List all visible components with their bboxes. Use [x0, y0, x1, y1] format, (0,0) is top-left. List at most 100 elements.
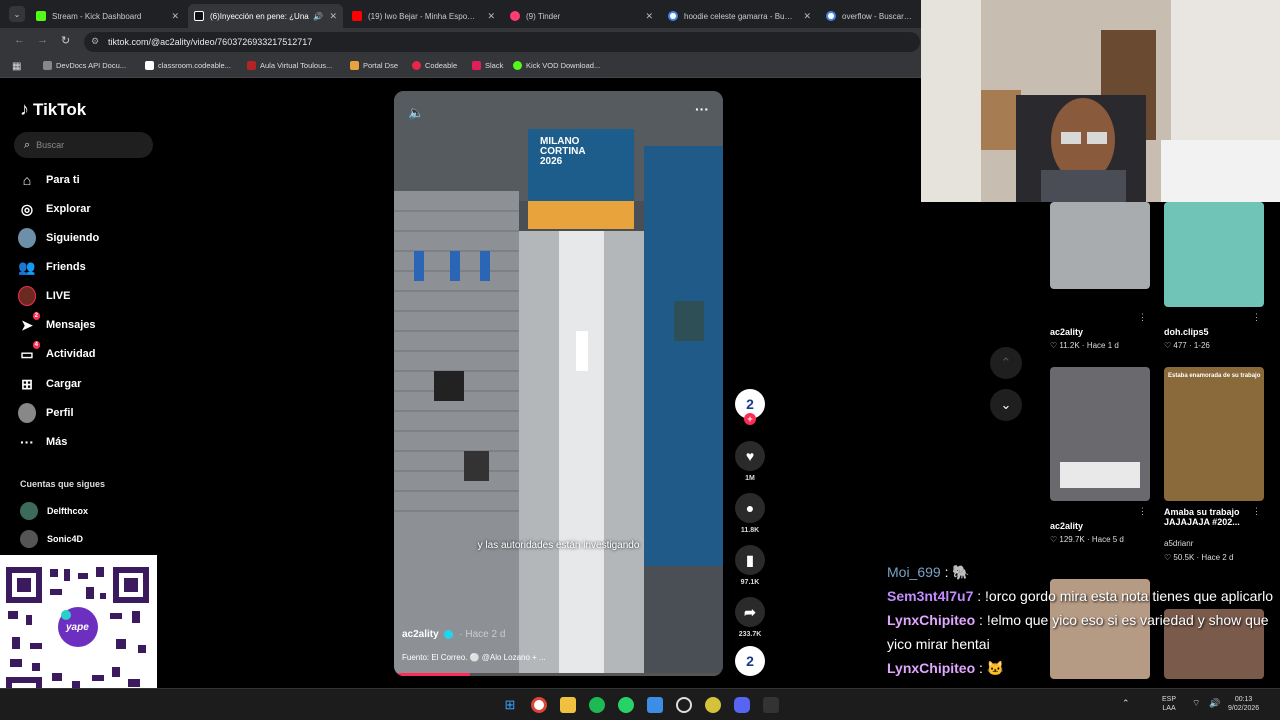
- bookmark-item[interactable]: Portal Dse: [350, 61, 398, 70]
- close-icon[interactable]: ✕: [645, 11, 653, 22]
- sidebar-item-label: Siguiendo: [46, 232, 100, 244]
- video-description[interactable]: Fuento: El Correo. ⚪ @Alo Lozano + ...: [402, 653, 546, 662]
- sidebar-item-mensajes[interactable]: ➤ 2 Mensajes: [18, 312, 96, 334]
- volume-icon[interactable]: 🔊: [1209, 699, 1220, 708]
- sidebar-item-cargar[interactable]: ⊞ Cargar: [18, 375, 81, 393]
- back-arrow-icon[interactable]: ←: [14, 34, 25, 46]
- forward-arrow-icon[interactable]: →: [37, 34, 48, 46]
- obs-icon[interactable]: [763, 697, 779, 713]
- chevron-up-icon[interactable]: ⌃: [1122, 699, 1130, 708]
- bookmark-item[interactable]: Aula Virtual Toulous...: [247, 61, 332, 70]
- chrome-icon[interactable]: [531, 697, 547, 713]
- spotify-icon[interactable]: [589, 697, 605, 713]
- music-disc-button[interactable]: 2: [735, 646, 765, 680]
- bookmark-item[interactable]: Codeable: [412, 61, 457, 70]
- apps-grid-icon[interactable]: ▦: [12, 61, 21, 72]
- save-button[interactable]: ▮ 97.1K: [735, 545, 765, 586]
- close-icon[interactable]: ✕: [487, 11, 495, 22]
- close-icon[interactable]: ✕: [803, 11, 811, 22]
- sidebar-item-para-ti[interactable]: ⌂ Para ti: [18, 171, 80, 189]
- bookmark-item[interactable]: Kick VOD Download...: [513, 61, 600, 70]
- more-options-icon[interactable]: ⋮: [1252, 312, 1261, 323]
- browser-tab[interactable]: Stream - Kick Dashboard ✕: [30, 4, 185, 28]
- time-text: 00:13: [1234, 696, 1253, 703]
- browser-tab-active[interactable]: (6)Inyección en pene: ¿Una 🔊 ✕: [188, 4, 343, 28]
- video-card-meta[interactable]: ac2ality: [1050, 521, 1083, 531]
- video-card-meta[interactable]: Amaba su trabajo JAJAJAJA #202...: [1164, 507, 1256, 527]
- tab-title: (6)Inyección en pene: ¿Una: [210, 11, 309, 21]
- tiktok-logo[interactable]: ♪ TikTok: [20, 99, 86, 120]
- video-thumbnail[interactable]: [1050, 367, 1150, 501]
- site-info-icon[interactable]: ⚙: [91, 36, 99, 47]
- app-icon[interactable]: [705, 697, 721, 713]
- more-options-icon[interactable]: ···: [695, 101, 709, 117]
- video-stats: ♡ 11.2K · Hace 1 d: [1050, 341, 1119, 350]
- video-author: ac2ality: [1050, 327, 1084, 337]
- progress-fill: [394, 673, 470, 676]
- browser-tab[interactable]: (9) Tinder ✕: [504, 4, 659, 28]
- file-explorer-icon[interactable]: [560, 697, 576, 713]
- sidebar-item-explorar[interactable]: ◎ Explorar: [18, 200, 91, 218]
- video-thumbnail[interactable]: [1050, 202, 1150, 289]
- tab-search-button[interactable]: ⌄: [9, 6, 25, 22]
- search-input[interactable]: ⌕ Buscar: [14, 132, 153, 158]
- share-button[interactable]: ➦ 233.7K: [735, 597, 765, 638]
- bookmark-item[interactable]: DevDocs API Docu...: [43, 61, 126, 70]
- browser-tab[interactable]: (19) Iwo Bejar - Minha Esposa e ✕: [346, 4, 501, 28]
- sidebar-item-label: LIVE: [46, 290, 71, 302]
- sidebar-item-actividad[interactable]: ▭ 4 Actividad: [18, 341, 96, 363]
- chat-message: Moi_699 : 🐘: [887, 560, 1280, 584]
- stream-chat-overlay: Moi_699 : 🐘 Sem3nt4l7u7 : !orco gordo mi…: [887, 560, 1280, 680]
- bookmark-item[interactable]: Slack: [472, 61, 503, 70]
- more-options-icon[interactable]: ⋮: [1138, 506, 1147, 517]
- sidebar-item-label: Explorar: [46, 203, 91, 215]
- windows-start-icon[interactable]: ⊞: [502, 697, 518, 713]
- video-thumbnail[interactable]: [1164, 202, 1264, 307]
- browser-tab[interactable]: overflow - Buscar con: [820, 4, 920, 28]
- video-stats: ♡ 129.7K · Hace 5 d: [1050, 535, 1124, 544]
- next-video-button[interactable]: ⌄: [990, 389, 1022, 421]
- sidebar-item-perfil[interactable]: Perfil: [18, 403, 74, 423]
- discord-icon[interactable]: [734, 697, 750, 713]
- photos-icon[interactable]: [647, 697, 663, 713]
- whatsapp-icon[interactable]: [618, 697, 634, 713]
- plus-square-icon: ⊞: [21, 375, 33, 392]
- video-card-meta[interactable]: doh.clips5: [1164, 327, 1209, 337]
- settings-gear-icon[interactable]: [676, 697, 692, 713]
- wifi-icon[interactable]: ⌔: [1192, 699, 1200, 708]
- yape-logo-text: yape: [66, 622, 89, 633]
- sidebar-item-mas[interactable]: ··· Más: [18, 433, 67, 451]
- sidebar-item-label: Mensajes: [46, 319, 96, 331]
- reload-icon[interactable]: ↻: [61, 34, 70, 47]
- sidebar-item-live[interactable]: LIVE: [18, 286, 71, 306]
- volume-icon[interactable]: 🔈: [408, 105, 424, 121]
- sidebar-item-friends[interactable]: 👥 Friends: [18, 258, 85, 276]
- browser-tab[interactable]: hoodie celeste gamarra - Busca ✕: [662, 4, 817, 28]
- previous-video-button[interactable]: ⌃: [990, 347, 1022, 379]
- bookmark-item[interactable]: classroom.codeable...: [145, 61, 231, 70]
- following-account[interactable]: Delfthcox: [20, 502, 88, 520]
- close-icon[interactable]: ✕: [329, 11, 337, 22]
- sidebar-item-siguiendo[interactable]: Siguiendo: [18, 228, 100, 248]
- thumbnail-text-card: [1060, 462, 1140, 488]
- like-button[interactable]: ♥ 1M: [735, 441, 765, 482]
- follow-plus-icon[interactable]: +: [744, 413, 756, 425]
- bookmark-icon: [513, 61, 522, 70]
- clock[interactable]: 00:13 9/02/2026: [1228, 695, 1259, 713]
- video-progress-bar[interactable]: [394, 673, 723, 676]
- more-options-icon[interactable]: ⋮: [1138, 312, 1147, 323]
- speaker-icon[interactable]: 🔊: [313, 12, 323, 21]
- video-author[interactable]: ac2ality · Hace 2 d: [402, 629, 505, 640]
- comment-button[interactable]: ● 11.8K: [735, 493, 765, 534]
- following-account[interactable]: Sonic4D: [20, 530, 83, 548]
- close-icon[interactable]: ✕: [171, 11, 179, 22]
- notification-badge: 2: [32, 312, 40, 320]
- more-icon: ···: [20, 434, 34, 450]
- language-indicator[interactable]: ESP LAA: [1162, 695, 1176, 713]
- address-bar[interactable]: ⚙ tiktok.com/@ac2ality/video/76037269332…: [84, 32, 920, 52]
- video-author: doh.clips5: [1164, 327, 1209, 337]
- video-card-meta[interactable]: ac2ality: [1050, 327, 1083, 337]
- video-player[interactable]: MILANO CORTINA 2026 🔈 ··· y las autorida…: [394, 91, 723, 676]
- video-thumbnail[interactable]: Estaba enamorada de su trabajo: [1164, 367, 1264, 501]
- creator-avatar-button[interactable]: 2 +: [735, 389, 765, 425]
